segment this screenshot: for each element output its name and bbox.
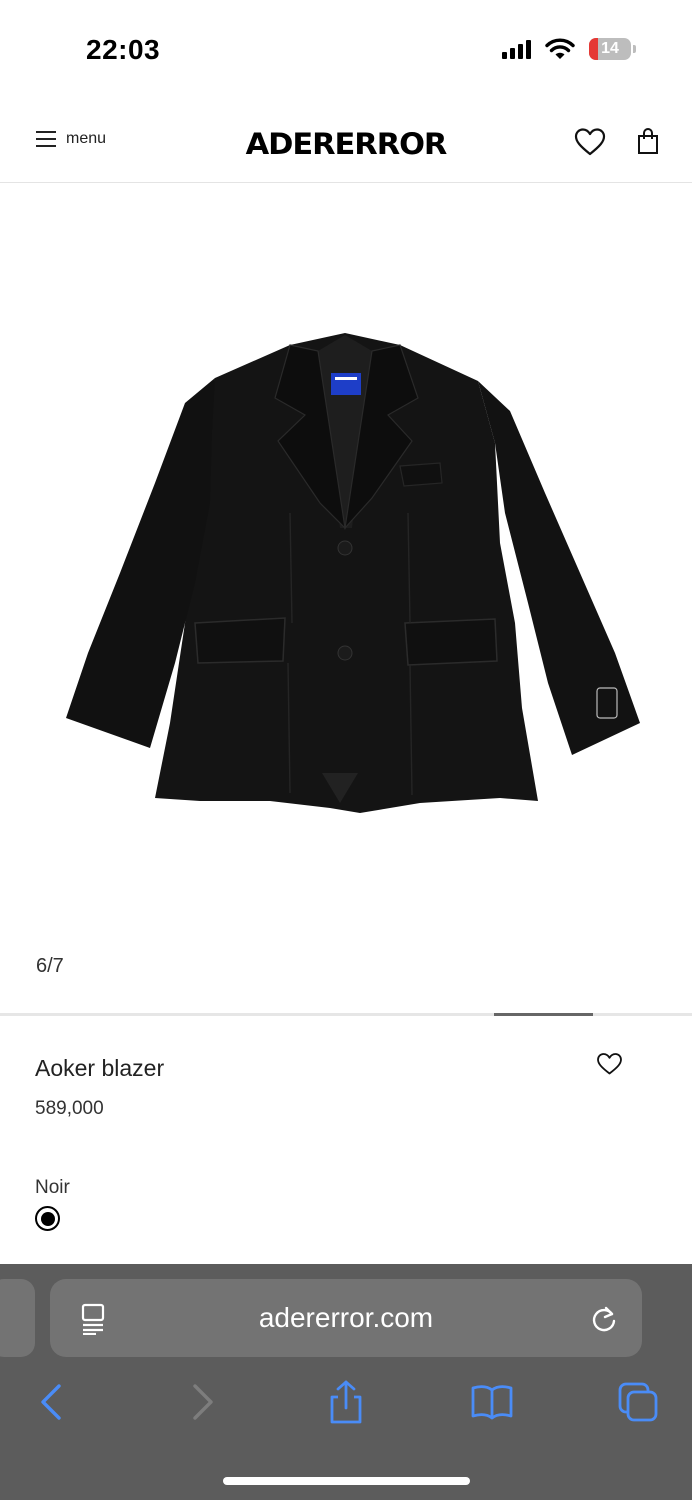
back-icon[interactable] (30, 1380, 74, 1424)
battery-level: 14 (601, 40, 619, 57)
product-image[interactable] (0, 183, 692, 943)
blazer-image (66, 333, 640, 813)
url-text: adererror.com (258, 1302, 434, 1333)
share-icon[interactable] (324, 1380, 368, 1424)
heart-icon[interactable] (574, 127, 606, 157)
wishlist-heart-icon[interactable] (596, 1052, 623, 1076)
status-bar: 22:03 14 (0, 0, 692, 100)
color-swatch-noir[interactable] (35, 1206, 60, 1231)
signal-icon (502, 39, 531, 59)
address-bar[interactable]: adererror.com (50, 1279, 642, 1357)
site-header: menu ADERERROR (0, 100, 692, 183)
gallery-pager: 6/7 (36, 955, 64, 977)
bookmarks-icon[interactable] (470, 1380, 514, 1424)
wifi-icon (545, 38, 575, 59)
forward-icon[interactable] (180, 1380, 224, 1424)
gallery-progress-indicator (494, 1013, 593, 1016)
product-price: 589,000 (35, 1098, 104, 1119)
status-icons: 14 (502, 38, 636, 60)
previous-tab-preview[interactable] (0, 1279, 35, 1357)
shopping-bag-icon[interactable] (636, 127, 660, 155)
home-indicator[interactable] (223, 1477, 470, 1485)
status-time: 22:03 (86, 34, 161, 65)
tabs-icon[interactable] (616, 1380, 660, 1424)
color-label: Noir (35, 1177, 70, 1198)
battery-icon: 14 (589, 38, 631, 60)
browser-toolbar: adererror.com (0, 1264, 692, 1500)
reload-icon[interactable] (590, 1304, 618, 1334)
product-name: Aoker blazer (35, 1055, 165, 1081)
